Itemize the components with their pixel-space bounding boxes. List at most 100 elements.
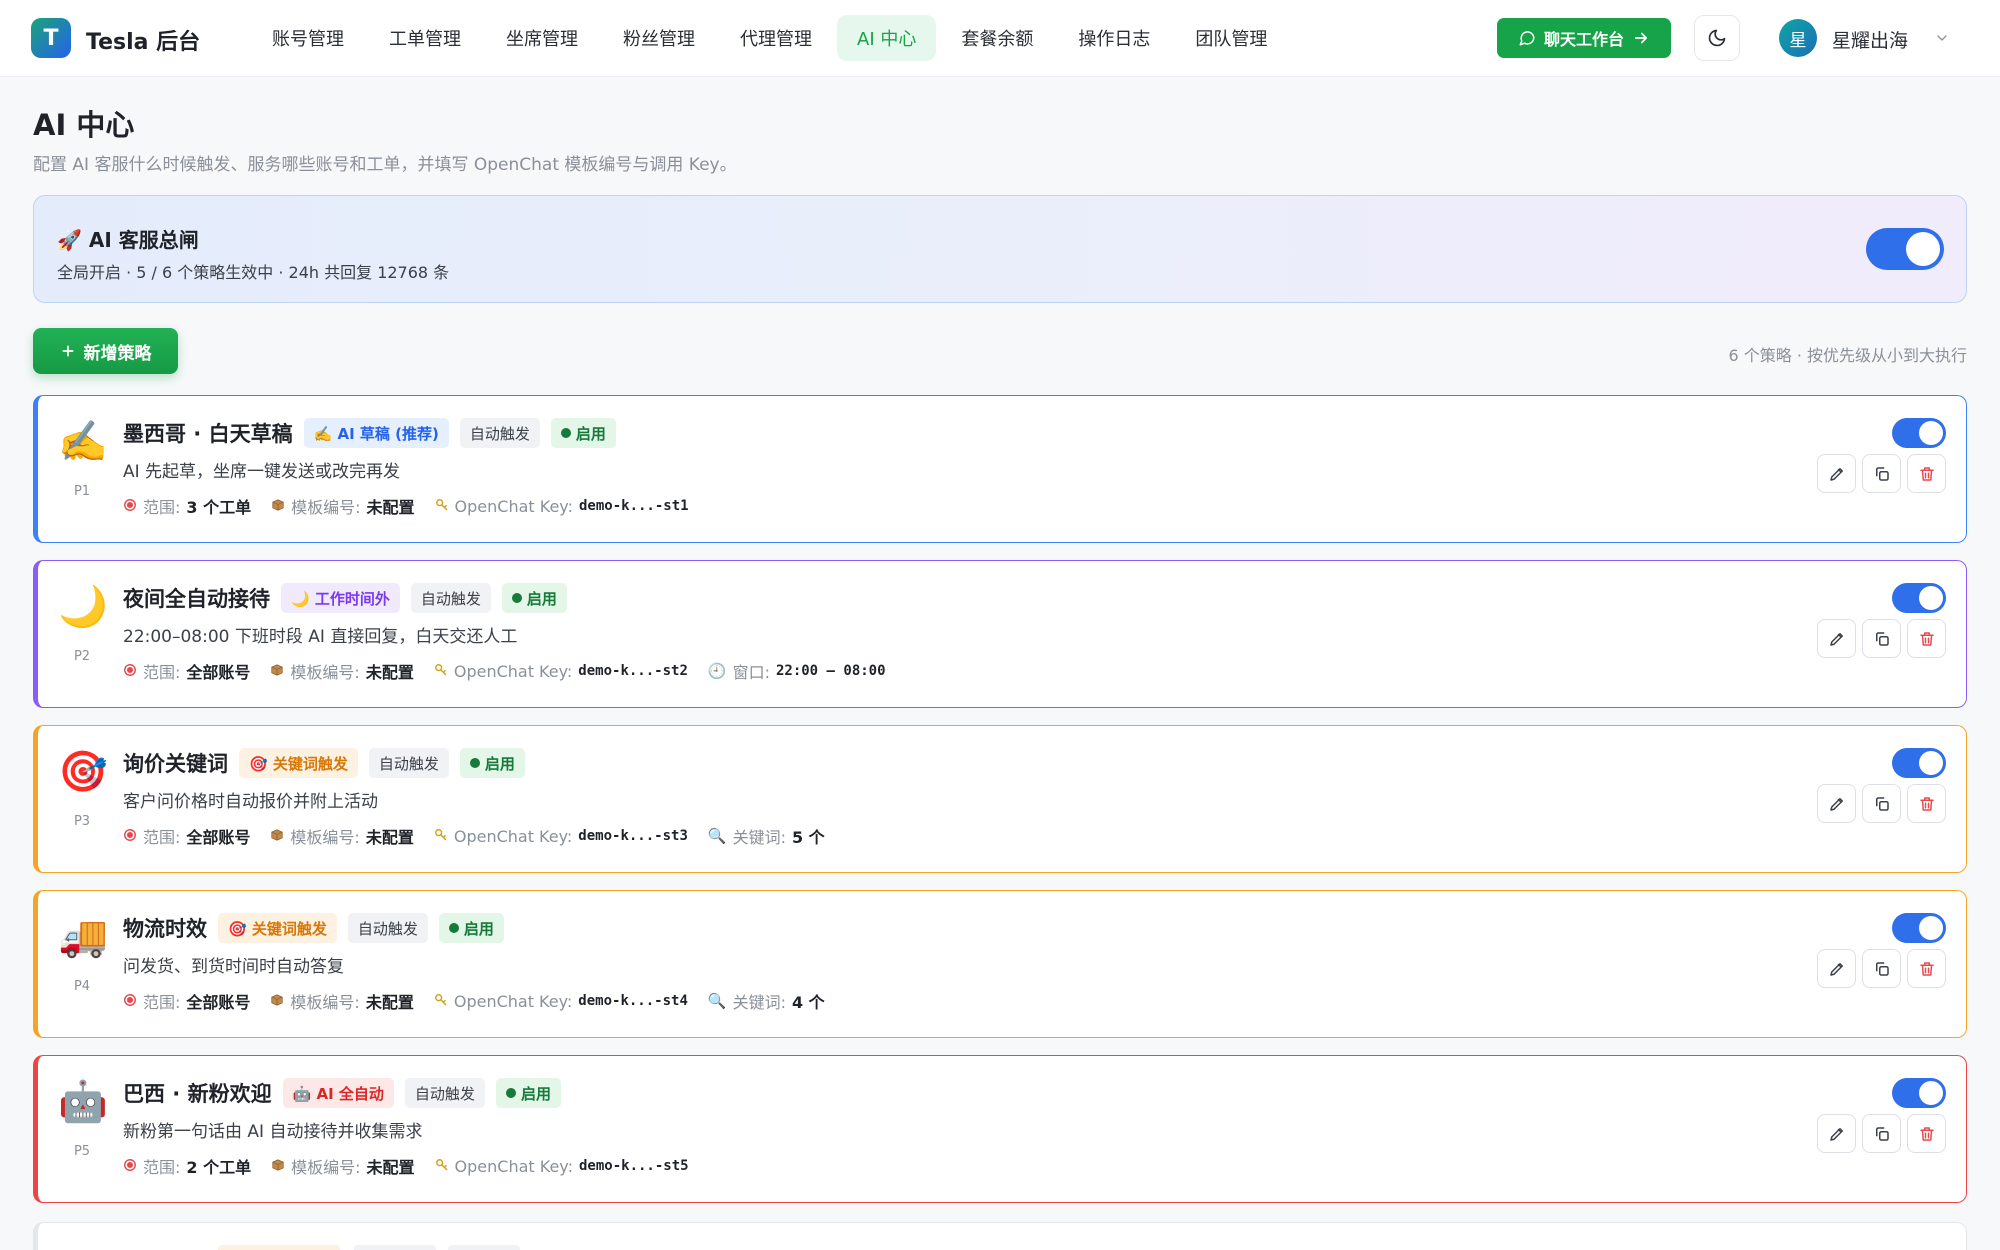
nav-item[interactable]: 工单管理 <box>369 15 481 61</box>
strategy-toggle[interactable] <box>1892 1078 1946 1108</box>
target-icon <box>123 1157 137 1176</box>
key-value: demo-k...-st4 <box>578 993 688 1009</box>
strategy-toggle[interactable] <box>1892 913 1946 943</box>
package-icon <box>271 497 285 516</box>
scope-value: 3 个工单 <box>186 498 252 517</box>
nav-item[interactable]: AI 中心 <box>837 15 937 61</box>
scope-label: 范围: <box>143 498 181 517</box>
theme-toggle-button[interactable] <box>1694 15 1740 61</box>
nav-item[interactable]: 粉丝管理 <box>603 15 715 61</box>
duplicate-button[interactable] <box>1862 784 1901 823</box>
duplicate-button[interactable] <box>1862 619 1901 658</box>
nav-item[interactable]: 操作日志 <box>1058 15 1170 61</box>
edit-button[interactable] <box>1817 619 1856 658</box>
strategy-toggle[interactable] <box>1892 748 1946 778</box>
master-toggle[interactable] <box>1866 228 1944 270</box>
strategy-meta: 范围: 全部账号 模板编号: 未配置 OpenChat Key: demo-k.… <box>123 659 886 683</box>
key-label: OpenChat Key: <box>453 661 573 681</box>
extra-value: 22:00 – 08:00 <box>775 663 886 679</box>
trigger-tag: 自动触发 <box>347 913 428 943</box>
app-logo[interactable]: T <box>31 18 71 58</box>
strategy-toggle[interactable] <box>1892 418 1946 448</box>
trash-icon <box>1918 795 1936 813</box>
strategy-card-partial[interactable] <box>33 1222 1967 1250</box>
strategy-meta: 范围: 3 个工单 模板编号: 未配置 OpenChat Key: demo-k… <box>123 494 689 518</box>
mode-tag: 🤖 AI 全自动 <box>282 1078 394 1108</box>
priority-label: P3 <box>73 814 91 829</box>
edit-button[interactable] <box>1817 949 1856 988</box>
strategy-icon: 🎯 <box>58 749 108 795</box>
delete-button[interactable] <box>1907 949 1946 988</box>
mode-tag: 🌙 工作时间外 <box>281 583 400 613</box>
add-strategy-button[interactable]: 新增策略 <box>33 328 178 374</box>
delete-button[interactable] <box>1907 454 1946 493</box>
strategy-toggle[interactable] <box>1892 583 1946 613</box>
nav-item[interactable]: 代理管理 <box>720 15 832 61</box>
status-label: 启用 <box>463 919 494 938</box>
delete-button[interactable] <box>1907 784 1946 823</box>
copy-icon <box>1873 960 1891 978</box>
strategy-card[interactable]: 🚚 P4 物流时效 🎯 关键词触发 自动触发 启用 问发货、到货时间时自动答复 … <box>33 890 1967 1038</box>
duplicate-button[interactable] <box>1862 1114 1901 1153</box>
delete-button[interactable] <box>1907 619 1946 658</box>
extra-icon: 🔍 <box>707 827 727 845</box>
add-strategy-label: 新增策略 <box>83 343 152 364</box>
package-icon <box>270 992 284 1011</box>
strategy-meta: 范围: 2 个工单 模板编号: 未配置 OpenChat Key: demo-k… <box>123 1154 689 1178</box>
key-meta: OpenChat Key: demo-k...-st4 <box>434 992 688 1011</box>
delete-button[interactable] <box>1907 1114 1946 1153</box>
key-icon <box>435 497 449 516</box>
user-name[interactable]: 星耀出海 <box>1832 26 1908 53</box>
status-label: 启用 <box>575 424 606 443</box>
toggle-knob <box>1919 751 1943 775</box>
strategy-card[interactable]: ✍️ P1 墨西哥 · 白天草稿 ✍️ AI 草稿 (推荐) 自动触发 启用 A… <box>33 395 1967 543</box>
edit-button[interactable] <box>1817 1114 1856 1153</box>
page-title: AI 中心 <box>33 108 135 142</box>
user-avatar[interactable]: 星 <box>1779 19 1817 57</box>
strategy-card[interactable]: 🤖 P5 巴西 · 新粉欢迎 🤖 AI 全自动 自动触发 启用 新粉第一句话由 … <box>33 1055 1967 1203</box>
chat-workbench-label: 聊天工作台 <box>1543 30 1624 49</box>
template-meta: 模板编号: 未配置 <box>270 659 414 683</box>
scope-value: 2 个工单 <box>186 1158 252 1177</box>
scope-value: 全部账号 <box>186 993 251 1012</box>
key-meta: OpenChat Key: demo-k...-st1 <box>435 497 689 516</box>
key-meta: OpenChat Key: demo-k...-st3 <box>434 827 688 846</box>
template-value: 未配置 <box>366 1158 415 1177</box>
key-icon <box>434 992 448 1011</box>
template-meta: 模板编号: 未配置 <box>271 1154 415 1178</box>
toggle-knob <box>1919 1081 1943 1105</box>
strategy-card[interactable]: 🌙 P2 夜间全自动接待 🌙 工作时间外 自动触发 启用 22:00–08:00… <box>33 560 1967 708</box>
scope-meta: 范围: 全部账号 <box>123 989 250 1013</box>
nav-item[interactable]: 坐席管理 <box>486 15 598 61</box>
strategy-count-info: 6 个策略 · 按优先级从小到大执行 <box>1728 346 1967 365</box>
chevron-down-icon[interactable] <box>1934 30 1950 46</box>
duplicate-button[interactable] <box>1862 949 1901 988</box>
template-value: 未配置 <box>365 663 414 682</box>
master-title-row: 🚀 AI 客服总闸 <box>57 224 199 253</box>
nav-item[interactable]: 团队管理 <box>1175 15 1287 61</box>
edit-button[interactable] <box>1817 784 1856 823</box>
strategy-actions <box>1817 454 1946 493</box>
nav-item[interactable]: 账号管理 <box>252 15 364 61</box>
trigger-tag: 自动触发 <box>459 418 540 448</box>
strategy-card[interactable]: 🎯 P3 询价关键词 🎯 关键词触发 自动触发 启用 客户问价格时自动报价并附上… <box>33 725 1967 873</box>
strategy-header: 巴西 · 新粉欢迎 🤖 AI 全自动 自动触发 启用 <box>123 1078 561 1108</box>
edit-button[interactable] <box>1817 454 1856 493</box>
pencil-icon <box>1828 465 1846 483</box>
chat-workbench-button[interactable]: 聊天工作台 <box>1497 18 1671 58</box>
pencil-icon <box>1828 630 1846 648</box>
extra-label: 关键词: <box>732 993 786 1012</box>
key-value: demo-k...-st2 <box>578 663 688 679</box>
template-value: 未配置 <box>365 828 414 847</box>
toggle-knob <box>1919 916 1943 940</box>
mode-tag: 🎯 关键词触发 <box>239 748 358 778</box>
nav-item[interactable]: 套餐余额 <box>941 15 1053 61</box>
extra-meta: 🔍 关键词: 4 个 <box>708 989 825 1013</box>
duplicate-button[interactable] <box>1862 454 1901 493</box>
strategy-description: 新粉第一句话由 AI 自动接待并收集需求 <box>123 1122 423 1142</box>
rocket-icon: 🚀 <box>57 228 82 252</box>
key-value: demo-k...-st5 <box>579 1158 689 1174</box>
template-meta: 模板编号: 未配置 <box>270 824 414 848</box>
key-meta: OpenChat Key: demo-k...-st2 <box>434 662 688 681</box>
brand-name: Tesla 后台 <box>86 30 201 55</box>
